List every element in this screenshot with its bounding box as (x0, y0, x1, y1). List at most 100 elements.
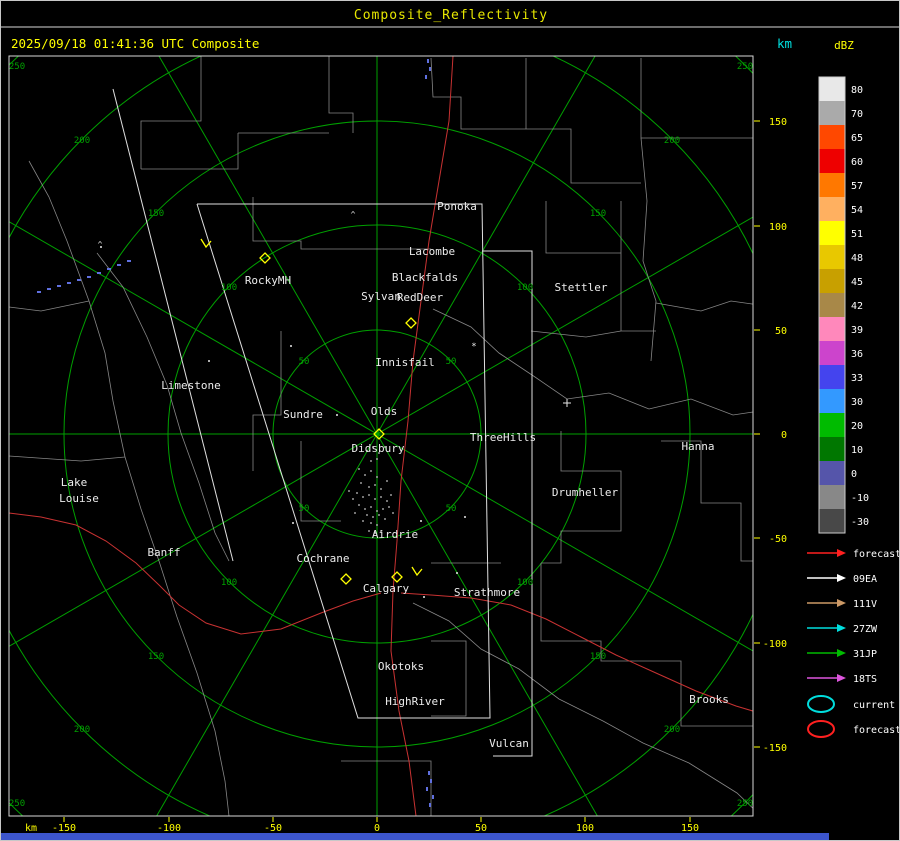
scale-swatch (819, 437, 845, 461)
city-label-olds: Olds (371, 405, 398, 418)
window-title: Composite_Reflectivity (354, 8, 548, 23)
svg-text:current: current (853, 700, 895, 711)
city-label-limestone: Limestone (161, 379, 221, 392)
city-label-okotoks: Okotoks (378, 660, 424, 673)
city-label-calgary: Calgary (363, 582, 410, 595)
svg-text:50: 50 (299, 504, 310, 514)
svg-text:39: 39 (851, 325, 863, 336)
svg-text:57: 57 (851, 181, 863, 192)
scale-swatch (819, 413, 845, 437)
svg-text:-50: -50 (264, 823, 282, 834)
svg-text:200: 200 (74, 725, 90, 735)
timestamp-label: 2025/09/18 01:41:36 UTC Composite (11, 36, 259, 51)
svg-text:80: 80 (851, 85, 863, 96)
svg-text:10: 10 (851, 445, 863, 456)
svg-text:forecast: forecast (853, 549, 900, 560)
svg-text:70: 70 (851, 109, 863, 120)
svg-text:-150: -150 (763, 743, 787, 754)
svg-text:36: 36 (851, 349, 863, 360)
svg-text:45: 45 (851, 277, 863, 288)
svg-text:30: 30 (851, 397, 863, 408)
svg-text:50: 50 (775, 326, 787, 337)
svg-text:-100: -100 (157, 823, 181, 834)
city-label-sundre: Sundre (283, 408, 323, 421)
scale-swatch (819, 509, 845, 533)
svg-text:100: 100 (517, 283, 533, 293)
horizontal-scrollbar[interactable] (1, 833, 829, 841)
scale-swatch (819, 341, 845, 365)
svg-text:100: 100 (221, 283, 237, 293)
svg-text:50: 50 (299, 357, 310, 367)
scale-swatch (819, 317, 845, 341)
city-label-ponoka: Ponoka (437, 200, 477, 213)
svg-text:50: 50 (446, 504, 457, 514)
svg-text:200: 200 (74, 136, 90, 146)
svg-text:150: 150 (148, 652, 164, 662)
svg-text:0: 0 (781, 430, 787, 441)
city-label-reddeer: RedDeer (397, 291, 444, 304)
scale-swatch (819, 77, 845, 101)
city-label-louise: Louise (59, 492, 99, 505)
city-label-innisfail: Innisfail (375, 356, 435, 369)
city-label-threehills: ThreeHills (470, 431, 536, 444)
radar-canvas: Composite_Reflectivity 2025/09/18 01:41:… (1, 1, 900, 841)
scale-swatch (819, 221, 845, 245)
svg-text:100: 100 (769, 222, 787, 233)
summit-caret-icon: ^ (351, 210, 356, 219)
scale-swatch (819, 293, 845, 317)
svg-text:48: 48 (851, 253, 863, 264)
svg-text:200: 200 (664, 725, 680, 735)
scale-swatch (819, 365, 845, 389)
svg-text:250: 250 (737, 799, 753, 809)
top-unit-label: km (777, 36, 792, 51)
asterisk-mark-icon: * (471, 342, 476, 352)
svg-text:forecast: forecast (853, 725, 900, 736)
city-label-strathmore: Strathmore (454, 586, 520, 599)
city-label-cochrane: Cochrane (297, 552, 350, 565)
scale-swatch (819, 269, 845, 293)
svg-text:0: 0 (374, 823, 380, 834)
city-label-highriver: HighRiver (385, 695, 445, 708)
svg-text:150: 150 (590, 209, 606, 219)
svg-text:250: 250 (737, 62, 753, 72)
city-label-hanna: Hanna (681, 440, 714, 453)
legend-title: dBZ (834, 39, 854, 52)
city-label-drumheller: Drumheller (552, 486, 619, 499)
city-label-blackfalds: Blackfalds (392, 271, 458, 284)
scale-swatch (819, 101, 845, 125)
svg-text:-50: -50 (769, 534, 787, 545)
svg-text:18TS: 18TS (853, 674, 877, 685)
svg-text:0: 0 (851, 469, 857, 480)
svg-text:33: 33 (851, 373, 863, 384)
scale-swatch (819, 485, 845, 509)
svg-text:250: 250 (9, 799, 25, 809)
scale-swatch (819, 461, 845, 485)
svg-text:50: 50 (446, 357, 457, 367)
svg-text:150: 150 (148, 209, 164, 219)
svg-text:250: 250 (9, 62, 25, 72)
scale-swatch (819, 389, 845, 413)
svg-text:51: 51 (851, 229, 863, 240)
svg-text:-150: -150 (52, 823, 76, 834)
svg-text:-100: -100 (763, 639, 787, 650)
scale-swatch (819, 245, 845, 269)
svg-text:65: 65 (851, 133, 863, 144)
svg-text:27ZW: 27ZW (853, 624, 878, 635)
svg-text:200: 200 (664, 136, 680, 146)
svg-text:50: 50 (475, 823, 487, 834)
city-label-sylvan: Sylvan (361, 290, 401, 303)
bottom-unit-label: km (25, 823, 37, 834)
radar-application-window: Composite_Reflectivity 2025/09/18 01:41:… (0, 0, 900, 841)
svg-text:54: 54 (851, 205, 863, 216)
svg-text:09EA: 09EA (853, 574, 877, 585)
svg-text:100: 100 (576, 823, 594, 834)
city-label-banff: Banff (147, 546, 180, 559)
svg-text:111V: 111V (853, 599, 877, 610)
city-label-didsbury: Didsbury (352, 442, 405, 455)
city-label-lacombe: Lacombe (409, 245, 455, 258)
scale-swatch (819, 173, 845, 197)
svg-text:-10: -10 (851, 493, 869, 504)
city-label-vulcan: Vulcan (489, 737, 529, 750)
svg-text:31JP: 31JP (853, 649, 877, 660)
city-label-airdrie: Airdrie (372, 528, 418, 541)
